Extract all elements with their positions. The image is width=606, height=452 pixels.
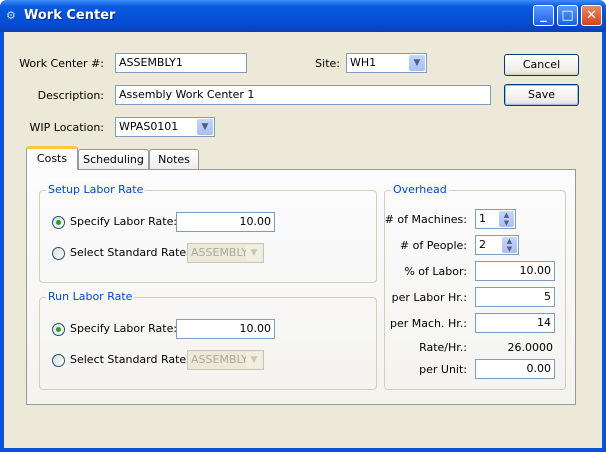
work-center-label: Work Center #: <box>19 57 104 70</box>
setup-labor-rate-input[interactable]: 10.00 <box>176 212 275 232</box>
people-spinner[interactable]: 2 ▲ ▼ <box>475 235 519 255</box>
setup-group-title: Setup Labor Rate <box>46 183 146 196</box>
spinner-arrows-icon[interactable]: ▲ ▼ <box>499 211 514 227</box>
minimize-button[interactable]: _ <box>533 5 554 26</box>
description-input[interactable]: Assembly Work Center 1 <box>115 85 491 105</box>
chevron-down-icon[interactable]: ▼ <box>197 119 213 135</box>
run-specify-label: Specify Labor Rate: <box>70 322 178 335</box>
tab-notes[interactable]: Notes <box>149 149 199 171</box>
site-combo[interactable]: WH1 ▼ <box>346 53 427 73</box>
people-label: # of People: <box>399 239 467 252</box>
window: ⚙ Work Center _ □ ✕ Work Center #: ASSEM… <box>0 0 606 452</box>
work-center-input[interactable]: ASSEMBLY1 <box>115 53 247 73</box>
costs-panel: Setup Labor Rate Specify Labor Rate: 10.… <box>26 169 576 405</box>
description-label: Description: <box>37 89 104 102</box>
run-labor-rate-group: Run Labor Rate Specify Labor Rate: 10.00… <box>39 290 377 390</box>
wip-location-label: WIP Location: <box>29 121 104 134</box>
chevron-down-icon[interactable]: ▼ <box>409 55 425 71</box>
save-button[interactable]: Save <box>504 84 579 106</box>
per-labor-hr-input[interactable]: 5 <box>475 287 555 307</box>
maximize-button[interactable]: □ <box>557 5 578 26</box>
site-value: WH1 <box>350 56 377 69</box>
dialog-body: Work Center #: ASSEMBLY1 Site: WH1 ▼ Canc… <box>4 32 602 448</box>
setup-specify-label: Specify Labor Rate: <box>70 215 178 228</box>
site-label: Site: <box>315 57 340 70</box>
title-bar: ⚙ Work Center _ □ ✕ <box>0 0 606 32</box>
setup-specify-radio[interactable] <box>52 216 65 229</box>
rate-hr-value: 26.0000 <box>507 341 554 354</box>
wip-location-value: WPAS0101 <box>119 120 179 133</box>
chevron-down-icon: ▼ <box>246 245 262 261</box>
pct-labor-label: % of Labor: <box>404 265 467 278</box>
people-value: 2 <box>479 238 486 251</box>
setup-standard-label: Select Standard Rate: <box>70 246 190 259</box>
run-specify-radio[interactable] <box>52 323 65 336</box>
machines-spinner[interactable]: 1 ▲ ▼ <box>475 209 516 229</box>
close-button[interactable]: ✕ <box>581 5 602 26</box>
tab-costs[interactable]: Costs <box>26 146 78 170</box>
setup-standard-value: ASSEMBLY <box>191 246 248 259</box>
wip-location-combo[interactable]: WPAS0101 ▼ <box>115 117 215 137</box>
chevron-down-icon: ▼ <box>246 352 262 368</box>
rate-hr-label: Rate/Hr.: <box>419 341 467 354</box>
pct-labor-input[interactable]: 10.00 <box>475 261 555 281</box>
setup-labor-rate-group: Setup Labor Rate Specify Labor Rate: 10.… <box>39 183 377 283</box>
run-standard-radio[interactable] <box>52 354 65 367</box>
overhead-group-title: Overhead <box>391 183 449 196</box>
setup-standard-radio[interactable] <box>52 247 65 260</box>
cancel-button[interactable]: Cancel <box>504 54 579 76</box>
run-standard-value: ASSEMBLY <box>191 353 248 366</box>
machines-label: # of Machines: <box>384 213 467 226</box>
per-unit-label: per Unit: <box>419 363 467 376</box>
window-title: Work Center <box>24 8 116 23</box>
run-standard-combo[interactable]: ASSEMBLY ▼ <box>187 350 264 370</box>
tab-scheduling[interactable]: Scheduling <box>78 149 149 171</box>
run-group-title: Run Labor Rate <box>46 290 135 303</box>
run-standard-label: Select Standard Rate: <box>70 353 190 366</box>
per-mach-hr-input[interactable]: 14 <box>475 313 555 333</box>
per-mach-hr-label: per Mach. Hr.: <box>390 317 467 330</box>
setup-standard-combo[interactable]: ASSEMBLY ▼ <box>187 243 264 263</box>
per-unit-input[interactable]: 0.00 <box>475 359 555 379</box>
overhead-group: Overhead # of Machines: 1 ▲ ▼ # of People:… <box>384 183 566 390</box>
per-labor-hr-label: per Labor Hr.: <box>391 291 467 304</box>
run-labor-rate-input[interactable]: 10.00 <box>176 319 275 339</box>
machines-value: 1 <box>479 212 486 225</box>
spinner-arrows-icon[interactable]: ▲ ▼ <box>502 237 517 253</box>
app-icon: ⚙ <box>6 9 16 22</box>
